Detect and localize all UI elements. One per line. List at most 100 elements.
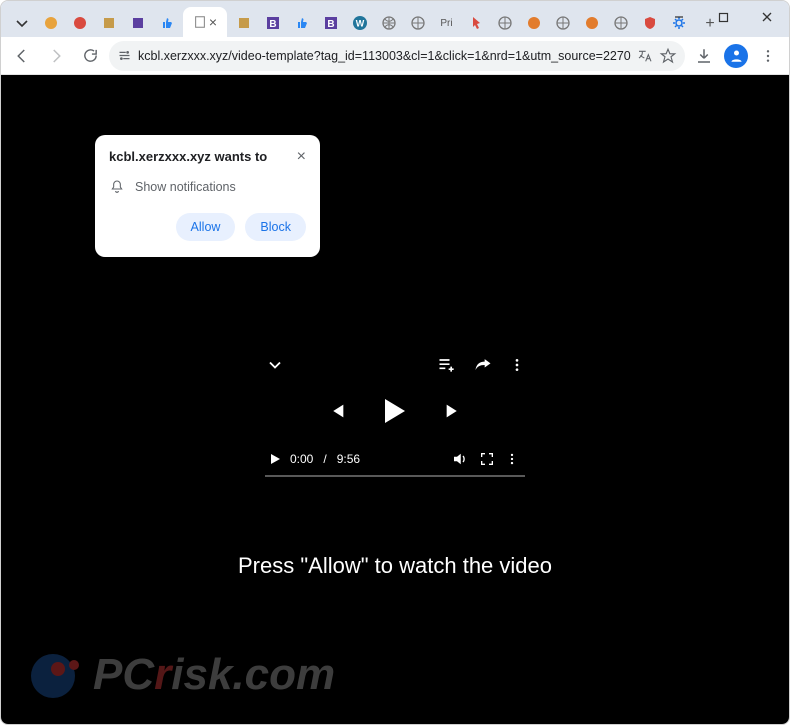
favicon-icon xyxy=(130,15,146,31)
tab-4[interactable] xyxy=(123,9,152,37)
close-window-button[interactable] xyxy=(745,1,789,33)
svg-text:B: B xyxy=(269,19,276,30)
time-duration: 9:56 xyxy=(337,452,360,466)
close-tab-icon[interactable]: × xyxy=(209,15,217,29)
tab-14[interactable] xyxy=(461,9,490,37)
playlist-add-icon[interactable] xyxy=(437,355,457,375)
favicon-icon xyxy=(526,15,542,31)
close-icon xyxy=(761,11,773,23)
favicon-icon xyxy=(72,15,88,31)
video-player: 0:00 / 9:56 xyxy=(265,355,525,477)
svg-text:W: W xyxy=(355,19,364,29)
globe-icon xyxy=(555,15,571,31)
active-tab[interactable]: × xyxy=(183,7,227,37)
tab-2[interactable] xyxy=(65,9,94,37)
instruction-text: Press "Allow" to watch the video xyxy=(238,553,552,579)
toolbar: kcbl.xerzxxx.xyz/video-template?tag_id=1… xyxy=(1,37,789,75)
globe-icon xyxy=(497,15,513,31)
volume-icon[interactable] xyxy=(451,450,469,468)
tab-9[interactable]: B xyxy=(316,9,345,37)
tab-6[interactable] xyxy=(229,9,258,37)
favicon-icon: B xyxy=(323,15,339,31)
globe-icon xyxy=(410,15,426,31)
tab-19[interactable] xyxy=(606,9,635,37)
prompt-title: kcbl.xerzxxx.xyz wants to xyxy=(109,149,267,164)
maximize-button[interactable] xyxy=(701,1,745,33)
watermark-text: PCrisk.com xyxy=(93,650,335,700)
favicon-icon: B xyxy=(265,15,281,31)
time-current: 0:00 xyxy=(290,452,313,466)
url-text: kcbl.xerzxxx.xyz/video-template?tag_id=1… xyxy=(138,49,631,63)
bookmark-star-icon[interactable] xyxy=(659,47,677,65)
forward-button[interactable] xyxy=(41,41,71,71)
kebab-icon[interactable] xyxy=(509,357,525,373)
globe-icon xyxy=(381,15,397,31)
favicon-icon xyxy=(43,15,59,31)
tab-3[interactable] xyxy=(94,9,123,37)
address-bar[interactable]: kcbl.xerzxxx.xyz/video-template?tag_id=1… xyxy=(109,41,685,71)
reload-icon xyxy=(82,47,99,64)
minimize-button[interactable] xyxy=(657,1,701,33)
favicon-icon xyxy=(236,15,252,31)
download-icon xyxy=(695,47,713,65)
thumb-up-icon xyxy=(294,15,310,31)
chrome-menu-button[interactable] xyxy=(753,41,783,71)
prompt-item-label: Show notifications xyxy=(135,180,236,194)
kebab-icon[interactable] xyxy=(505,452,519,466)
thumb-up-icon xyxy=(159,15,175,31)
tab-5[interactable] xyxy=(152,9,181,37)
page-icon xyxy=(193,15,207,29)
profile-button[interactable] xyxy=(721,41,751,71)
site-settings-icon[interactable] xyxy=(117,48,132,63)
tab-1[interactable] xyxy=(36,9,65,37)
cursor-icon xyxy=(468,15,484,31)
downloads-button[interactable] xyxy=(689,41,719,71)
chevron-down-icon[interactable] xyxy=(265,355,285,375)
forward-icon xyxy=(47,47,65,65)
favicon-icon xyxy=(101,15,117,31)
share-icon[interactable] xyxy=(473,355,493,375)
favicon-icon xyxy=(584,15,600,31)
tab-18[interactable] xyxy=(577,9,606,37)
svg-text:B: B xyxy=(327,19,334,30)
minimize-icon xyxy=(673,11,685,23)
translate-icon[interactable] xyxy=(637,48,653,64)
back-icon xyxy=(13,47,31,65)
tab-11[interactable] xyxy=(374,9,403,37)
tab-10[interactable]: W xyxy=(345,9,374,37)
tab-15[interactable] xyxy=(490,9,519,37)
prompt-close-button[interactable]: × xyxy=(297,149,306,165)
tab-text-label: Pri xyxy=(440,18,452,29)
controls-bar: 0:00 / 9:56 xyxy=(265,443,525,477)
back-button[interactable] xyxy=(7,41,37,71)
watermark-logo-icon xyxy=(31,648,85,702)
tab-7[interactable]: B xyxy=(258,9,287,37)
chevron-down-icon xyxy=(14,15,30,31)
avatar-icon xyxy=(724,44,748,68)
fullscreen-icon[interactable] xyxy=(479,451,495,467)
permission-prompt: kcbl.xerzxxx.xyz wants to × Show notific… xyxy=(95,135,320,257)
bell-icon xyxy=(109,179,125,195)
maximize-icon xyxy=(718,12,729,23)
play-small-icon[interactable] xyxy=(271,454,280,464)
tab-12[interactable] xyxy=(403,9,432,37)
shield-icon xyxy=(642,15,658,31)
tab-17[interactable] xyxy=(548,9,577,37)
tab-13[interactable]: Pri xyxy=(432,9,461,37)
allow-button[interactable]: Allow xyxy=(176,213,236,241)
globe-icon xyxy=(613,15,629,31)
next-icon[interactable] xyxy=(443,400,465,422)
play-button[interactable] xyxy=(385,399,405,423)
kebab-icon xyxy=(760,48,776,64)
wordpress-icon: W xyxy=(352,15,368,31)
tabstrip: × B B W Pri + xyxy=(1,1,789,37)
time-sep: / xyxy=(323,452,326,466)
previous-icon[interactable] xyxy=(325,400,347,422)
tab-dropdown[interactable] xyxy=(7,9,36,37)
watermark: PCrisk.com xyxy=(31,648,335,702)
reload-button[interactable] xyxy=(75,41,105,71)
tab-16[interactable] xyxy=(519,9,548,37)
tab-8[interactable] xyxy=(287,9,316,37)
page-content: kcbl.xerzxxx.xyz wants to × Show notific… xyxy=(1,75,789,724)
block-button[interactable]: Block xyxy=(245,213,306,241)
